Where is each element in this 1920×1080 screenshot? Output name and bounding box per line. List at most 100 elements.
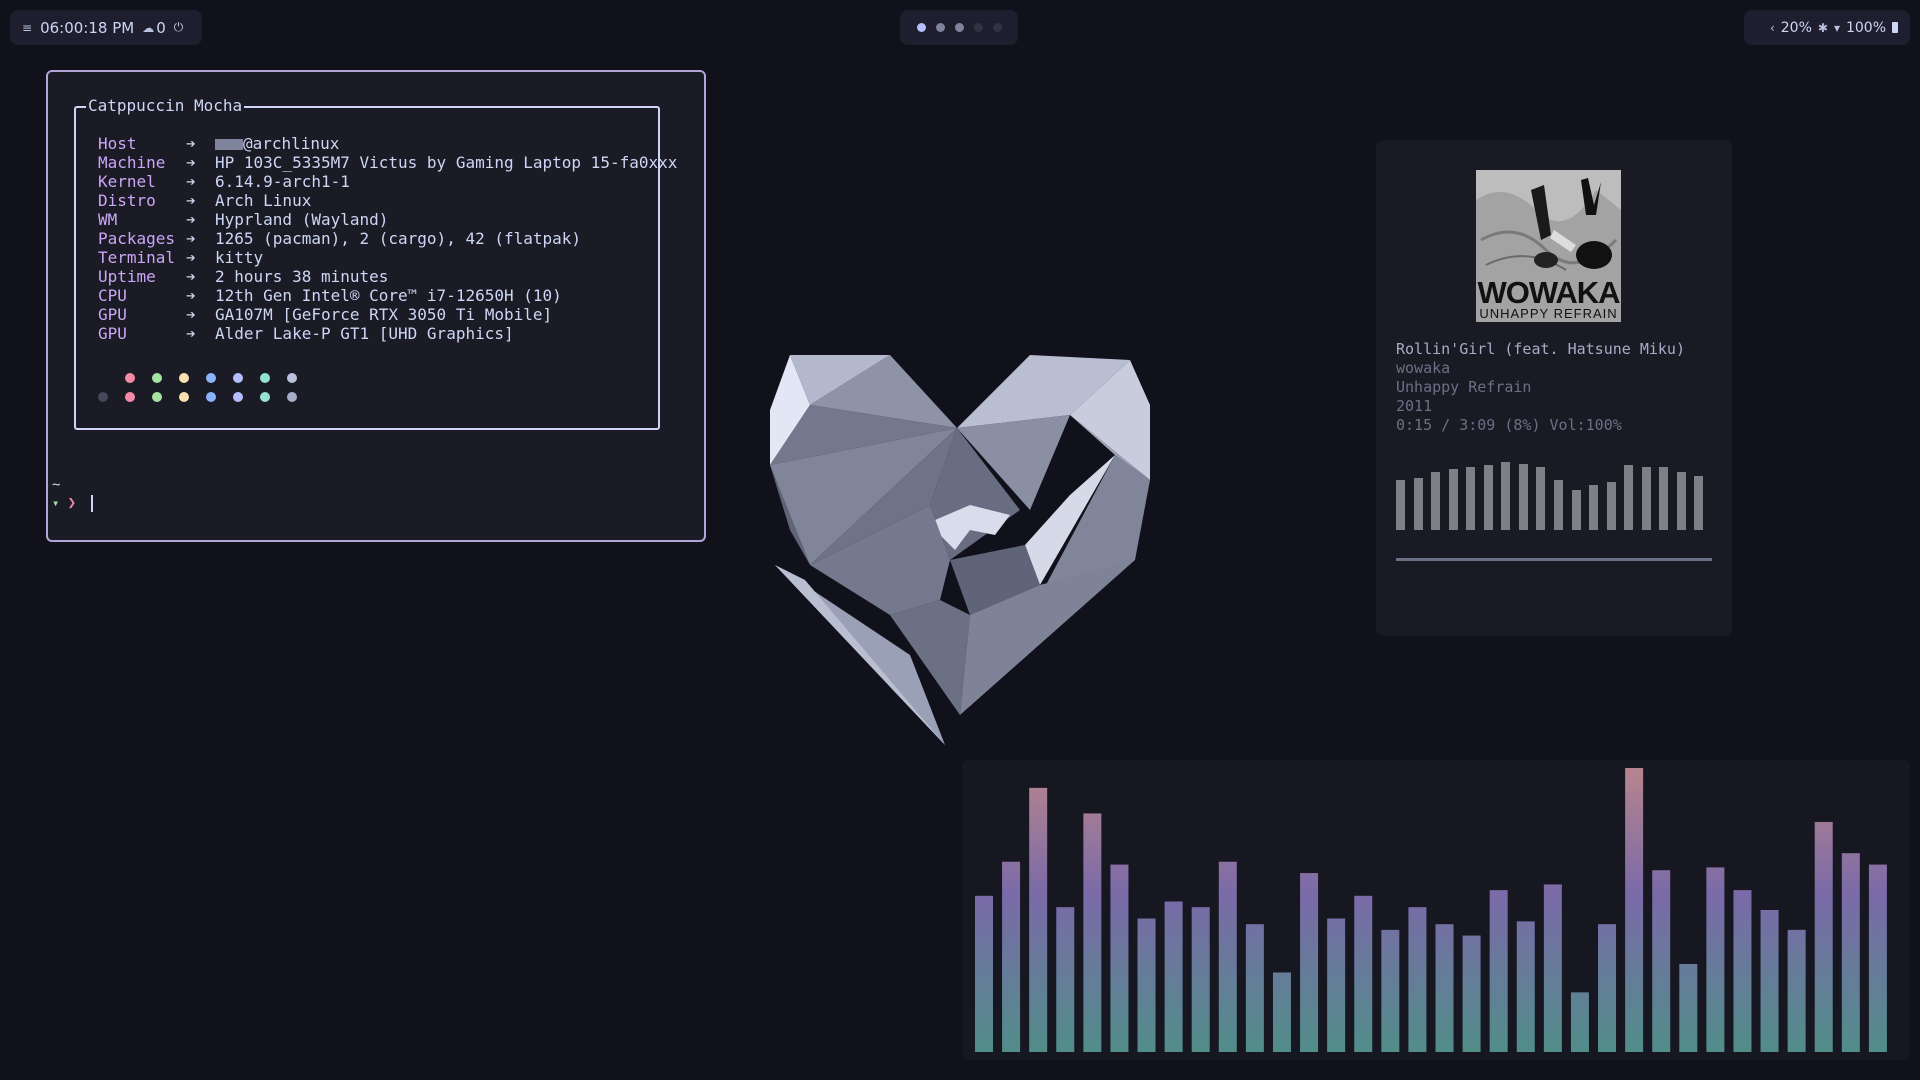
info-key: Distro — [98, 191, 156, 210]
mini-visualizer-bar — [1694, 476, 1704, 530]
power-icon[interactable]: ⏻ — [174, 20, 184, 35]
info-key: GPU — [98, 305, 127, 324]
info-row: Host ➔ @archlinux — [98, 134, 677, 153]
workspace-4[interactable] — [973, 23, 983, 32]
visualizer-bar — [1002, 861, 1021, 1052]
info-key: GPU — [98, 324, 127, 343]
mini-visualizer — [1396, 458, 1712, 530]
info-row: CPU ➔ 12th Gen Intel® Core™ i7-12650H (10) — [98, 286, 677, 305]
mini-visualizer-bar — [1624, 465, 1634, 530]
shell-prompt[interactable]: ~ ▾ ❯ — [52, 476, 93, 512]
arrow-icon: ➔ — [186, 210, 196, 229]
palette-swatch — [287, 391, 297, 402]
mini-visualizer-bar — [1466, 466, 1476, 530]
info-row: Terminal ➔ kitty — [98, 248, 677, 267]
info-key: WM — [98, 210, 118, 229]
info-value: kitty — [215, 248, 264, 267]
mini-visualizer-bar — [1659, 466, 1669, 530]
info-key: CPU — [98, 286, 127, 305]
info-key: Machine — [98, 153, 166, 172]
arrow-icon: ➔ — [186, 153, 196, 172]
arch-icon: ▾ — [52, 496, 60, 510]
album-cover: WOWAKA UNHAPPY REFRAIN — [1476, 170, 1621, 322]
workspace-5[interactable] — [992, 23, 1002, 32]
workspace-indicator — [900, 10, 1018, 45]
mini-visualizer-bar — [1571, 489, 1581, 530]
track-info: Rollin'Girl (feat. Hatsune Miku) wowaka … — [1396, 340, 1685, 435]
info-key: Packages — [98, 229, 176, 248]
info-value: 1265 (pacman), 2 (cargo), 42 (flatpak) — [215, 229, 582, 248]
progress-track — [1396, 558, 1712, 561]
visualizer-bar — [1625, 768, 1644, 1052]
redacted-username — [215, 139, 243, 150]
palette-swatch — [98, 391, 108, 402]
palette-swatch — [287, 372, 297, 383]
mini-visualizer-bar — [1554, 479, 1563, 530]
text-cursor — [90, 494, 93, 512]
info-row: Kernel ➔ 6.14.9-arch1-1 — [98, 172, 677, 191]
battery-value[interactable]: 100% — [1846, 20, 1886, 36]
bell-icon[interactable]: ☁ — [142, 21, 154, 35]
visualizer-bar — [1327, 918, 1346, 1052]
wifi-icon[interactable]: ▾ — [1834, 21, 1840, 35]
visualizer-bar — [1056, 907, 1075, 1052]
info-key: Terminal — [98, 248, 176, 267]
track-artist: wowaka — [1396, 359, 1451, 377]
workspace-1[interactable] — [916, 23, 926, 32]
visualizer-bar — [1110, 864, 1129, 1052]
visualizer-bar — [1543, 884, 1562, 1052]
low-poly-heart-image — [770, 355, 1150, 745]
album-cover-artist: WOWAKA — [1477, 275, 1620, 310]
fastfetch-box: Catppuccin Mocha Host ➔ @archlinux Machine ➔… — [74, 96, 677, 430]
visualizer-bar — [1191, 907, 1210, 1052]
palette-swatch — [233, 391, 243, 402]
mini-visualizer-bar — [1483, 465, 1493, 530]
palette-swatch — [152, 372, 162, 383]
palette-swatch — [233, 372, 243, 383]
info-value: 6.14.9-arch1-1 — [215, 172, 350, 191]
mini-visualizer-bar — [1536, 466, 1546, 530]
info-row: Machine ➔ HP 103C_5335M7 Victus by Gaming … — [98, 153, 677, 172]
mini-visualizer-bar — [1431, 472, 1441, 530]
palette-swatch — [125, 391, 135, 402]
visualizer-bar — [1679, 963, 1698, 1052]
track-title: Rollin'Girl (feat. Hatsune Miku) — [1396, 340, 1685, 358]
palette-swatch — [125, 372, 135, 383]
workspace-2[interactable] — [935, 23, 945, 32]
mini-visualizer-bar — [1606, 482, 1616, 530]
visualizer-bar — [1164, 901, 1183, 1052]
workspace-3[interactable] — [954, 23, 964, 32]
arrow-icon: ➔ — [186, 172, 196, 191]
mini-visualizer-bar — [1413, 478, 1423, 530]
mini-visualizer-bar — [1448, 468, 1458, 530]
visualizer-bar — [1652, 870, 1671, 1052]
visualizer-bar — [1435, 924, 1454, 1052]
bluetooth-icon[interactable]: ✱ — [1818, 21, 1828, 35]
info-key: Host — [98, 134, 137, 153]
visualizer-bar — [1489, 890, 1508, 1052]
info-row: GPU ➔ GA107M [GeForce RTX 3050 Ti Mobile] — [98, 305, 677, 324]
visualizer-bar — [1354, 895, 1373, 1052]
info-row: Packages ➔ 1265 (pacman), 2 (cargo), 42 (f… — [98, 229, 677, 248]
album-cover-title: UNHAPPY REFRAIN — [1479, 306, 1618, 321]
prompt-cwd: ~ — [52, 477, 61, 493]
fastfetch-title: Catppuccin Mocha — [86, 96, 245, 115]
brightness-value[interactable]: 20% — [1781, 20, 1812, 36]
clock[interactable]: 06:00:18 PM — [40, 19, 134, 37]
visualizer-bar — [1598, 924, 1617, 1052]
info-row: GPU ➔ Alder Lake-P GT1 [UHD Graphics] — [98, 324, 677, 343]
notification-count: 0 — [156, 18, 166, 37]
color-palette — [98, 368, 297, 406]
terminal-window[interactable]: Catppuccin Mocha Host ➔ @archlinux Machine ➔… — [46, 70, 706, 542]
mini-visualizer-bar — [1396, 479, 1405, 530]
palette-swatch — [98, 373, 108, 383]
mini-visualizer-bar — [1501, 462, 1511, 530]
arrow-icon: ➔ — [186, 305, 196, 324]
visualizer-bar — [1706, 867, 1725, 1052]
topbar-right: ‹ 20% ✱ ▾ 100% — [1744, 10, 1910, 45]
menu-lines-icon[interactable]: ≡ — [22, 21, 32, 35]
chevron-left-icon[interactable]: ‹ — [1770, 21, 1775, 35]
palette-swatch — [179, 372, 189, 383]
mini-visualizer-bar — [1589, 484, 1599, 530]
arrow-icon: ➔ — [186, 134, 196, 153]
